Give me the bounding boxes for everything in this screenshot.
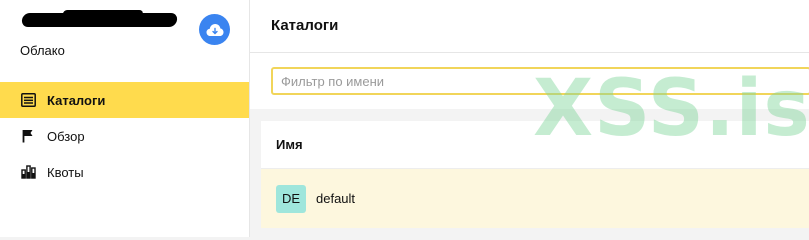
name-filter-input[interactable] — [271, 67, 809, 95]
catalogs-table: Имя DE default — [261, 121, 809, 228]
account-type-label: Облако — [20, 43, 65, 58]
main-content: Каталоги Имя DE default XSS.is — [250, 0, 809, 237]
redacted-account-name — [21, 13, 178, 27]
table-row[interactable]: DE default — [261, 169, 809, 228]
sidebar-item-label: Каталоги — [47, 92, 106, 108]
sidebar-item-catalogs[interactable]: Каталоги — [0, 82, 249, 118]
sidebar-item-label: Квоты — [47, 164, 84, 180]
cloud-icon — [206, 23, 223, 36]
page-header: Каталоги — [250, 0, 809, 53]
flag-icon — [20, 128, 36, 144]
table-header: Имя — [261, 121, 809, 169]
sidebar-item-label: Обзор — [47, 128, 85, 144]
catalog-avatar-badge: DE — [276, 184, 306, 213]
filter-bar — [250, 53, 809, 109]
quota-icon — [20, 164, 36, 180]
sidebar: Облако Каталоги Обзор Квоты — [0, 0, 250, 237]
sidebar-item-overview[interactable]: Обзор — [0, 118, 249, 154]
sidebar-nav: Каталоги Обзор Квоты — [0, 82, 249, 190]
cloud-button[interactable] — [199, 14, 230, 45]
account-header[interactable]: Облако — [0, 0, 249, 72]
catalog-name[interactable]: default — [316, 191, 355, 206]
catalog-icon — [20, 92, 36, 108]
column-header-name[interactable]: Имя — [276, 137, 303, 152]
sidebar-item-quotas[interactable]: Квоты — [0, 154, 249, 190]
app-window: Облако Каталоги Обзор Квоты Каталоги Фил… — [0, 0, 809, 237]
page-title: Каталоги — [271, 17, 339, 34]
